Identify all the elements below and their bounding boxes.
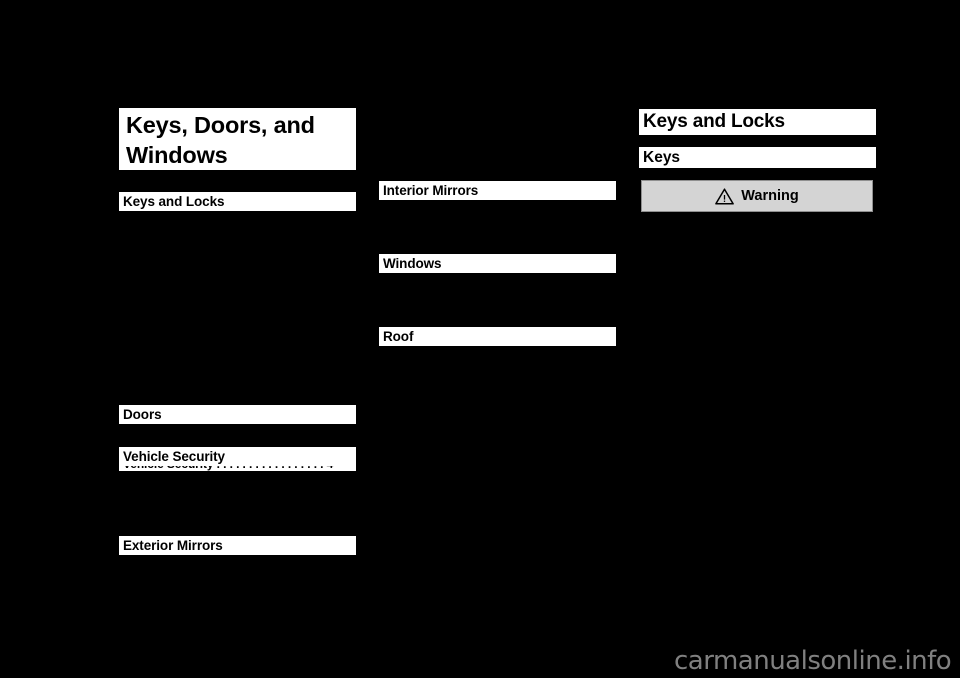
- section-heading-exterior-mirrors: Exterior Mirrors: [119, 536, 356, 555]
- page-heading-keys-and-locks: Keys and Locks: [639, 109, 876, 135]
- warning-label: Warning: [741, 188, 799, 204]
- section-heading-label: Exterior Mirrors: [123, 538, 223, 553]
- section-heading-label: Doors: [123, 407, 162, 422]
- section-heading-interior-mirrors: Interior Mirrors: [379, 181, 616, 200]
- section-heading-label: Interior Mirrors: [383, 183, 479, 198]
- page-heading-label: Keys and Locks: [643, 111, 785, 132]
- section-heading-label: Windows: [383, 256, 442, 271]
- section-heading-vehicle-security: Vehicle Security: [119, 447, 356, 466]
- section-heading-keys-and-locks: Keys and Locks: [119, 192, 356, 211]
- warning-callout: Warning: [641, 180, 873, 212]
- section-heading-label: Roof: [383, 329, 414, 344]
- clipped-toc-entry-label: Vehicle Security . . . . . . . . . . . .…: [123, 466, 333, 471]
- chapter-title-line-1: Keys, Doors, and: [126, 112, 315, 138]
- section-heading-roof: Roof: [379, 327, 616, 346]
- section-heading-label: Keys and Locks: [123, 194, 225, 209]
- section-heading-label: Vehicle Security: [123, 449, 225, 464]
- page-subheading-label: Keys: [643, 148, 681, 166]
- section-heading-doors: Doors: [119, 405, 356, 424]
- chapter-title: Keys, Doors, and Windows: [119, 108, 356, 170]
- clipped-toc-entry: Vehicle Security . . . . . . . . . . . .…: [119, 466, 356, 471]
- section-heading-windows: Windows: [379, 254, 616, 273]
- manual-page: Keys, Doors, and Windows Keys and Locks …: [0, 0, 960, 678]
- chapter-title-line-2: Windows: [126, 142, 228, 168]
- warning-triangle-icon: [715, 187, 735, 205]
- site-watermark: carmanualsonline.info: [674, 646, 952, 676]
- page-subheading-keys: Keys: [639, 147, 876, 168]
